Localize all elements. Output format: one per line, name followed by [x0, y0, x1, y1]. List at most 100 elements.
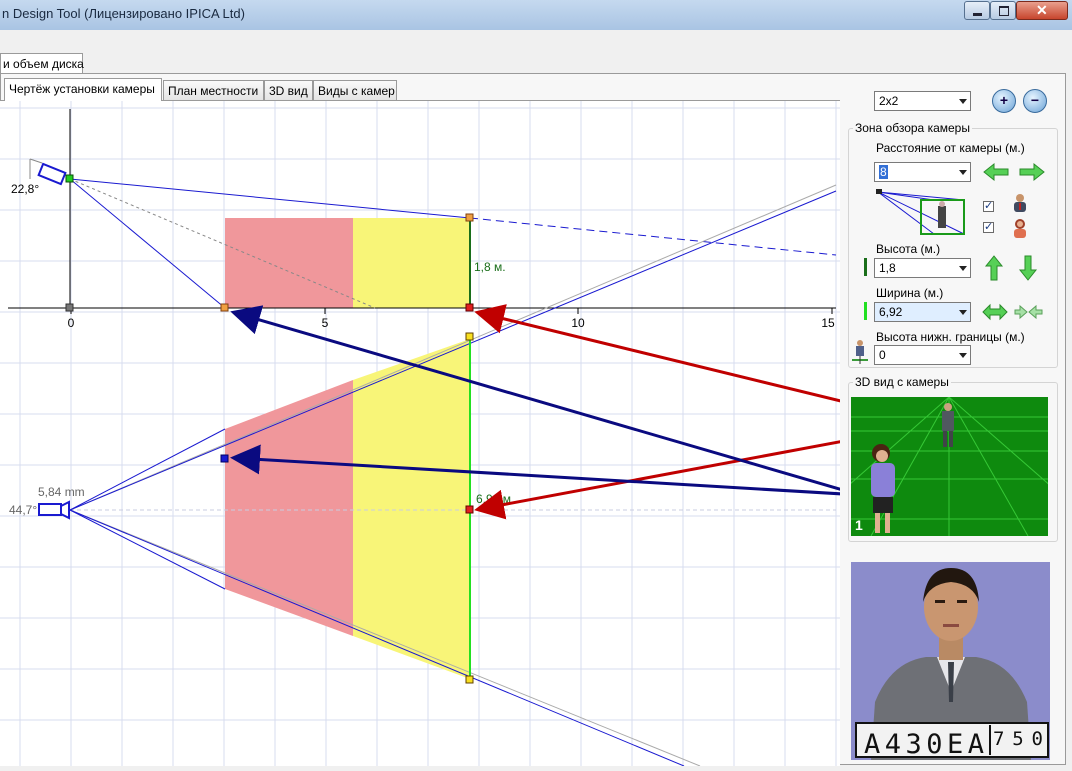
license-plate: А430ЕА 750	[855, 722, 1049, 760]
side-yellow-zone	[353, 218, 470, 308]
height-field-label: Высота (м.)	[876, 242, 941, 256]
expand-width-button[interactable]	[982, 303, 1008, 321]
layout-select[interactable]: 2x2	[874, 91, 971, 111]
side-camera-icon[interactable]	[37, 162, 74, 186]
maximize-icon	[999, 6, 1009, 16]
width-input[interactable]: 6,92	[874, 302, 971, 322]
view-angle-label: 44,7°	[9, 503, 37, 517]
decrease-height-button[interactable]	[1018, 255, 1038, 281]
width-field-label: Ширина (м.)	[876, 286, 944, 300]
zoom-in-icon[interactable]: +	[992, 89, 1016, 113]
lower-bound-label: Высота нижн. границы (м.)	[876, 330, 1025, 344]
chevron-down-icon	[959, 266, 967, 271]
top-lower-handle[interactable]	[465, 675, 474, 684]
chevron-down-icon	[959, 99, 967, 104]
layout-select-value: 2x2	[879, 94, 899, 108]
lower-bound-input[interactable]: 0	[874, 345, 971, 365]
female-figure-icon	[1014, 219, 1026, 238]
side-distance-handle[interactable]	[465, 303, 474, 312]
minimize-icon	[973, 13, 982, 16]
top-near-handle[interactable]	[220, 454, 229, 463]
tab-camera-drawing-label: Чертёж установки камеры	[9, 82, 155, 96]
window-title: n Design Tool (Лицензировано IPICA Ltd)	[2, 6, 245, 21]
axis-label-5: 5	[322, 316, 329, 330]
title-bar: n Design Tool (Лицензировано IPICA Ltd) …	[0, 0, 1072, 31]
width-color-marker	[864, 302, 867, 320]
camera-installation-drawing: 0 5 10 15 1,8 м. 22,8° 6,92 м. 5,84 mm 4…	[0, 101, 840, 766]
distance-arrows	[983, 162, 1045, 182]
top-frustum-near-upper	[69, 428, 226, 511]
minimize-button[interactable]	[964, 1, 990, 20]
chevron-down-icon	[959, 170, 967, 175]
distance-input[interactable]: 8	[874, 162, 971, 182]
side-frustum-bottom	[69, 178, 226, 309]
distance-value: 8	[879, 165, 888, 179]
arrow-right-icon	[1019, 162, 1045, 182]
zoom-out-icon[interactable]: −	[1023, 89, 1047, 113]
lower-bound-icon	[852, 340, 868, 364]
close-icon: ✕	[1036, 2, 1048, 18]
side-frustum-top-extension	[469, 217, 837, 256]
lower-bound-value: 0	[879, 348, 886, 362]
tab-camera-views-label: Виды с камер	[318, 84, 395, 98]
male-figure-icon	[1014, 194, 1026, 212]
menu-strip	[0, 30, 1072, 52]
increase-height-button[interactable]	[984, 255, 1004, 281]
close-button[interactable]: ✕	[1016, 1, 1068, 20]
coverage-diagram-icon	[876, 189, 965, 235]
male-figure-checkbox[interactable]	[983, 199, 994, 212]
shrink-horizontal-icon	[1014, 304, 1028, 320]
arrow-down-icon	[1018, 255, 1038, 281]
pointer-red-to-side-distance	[474, 304, 840, 403]
chevron-down-icon	[959, 310, 967, 315]
width-arrows	[982, 303, 1043, 321]
height-label: 1,8 м.	[474, 260, 506, 274]
decrease-distance-button[interactable]	[983, 162, 1009, 182]
tab-disk-volume-label: и объем диска	[3, 57, 84, 71]
tab-3d-view[interactable]: 3D вид	[264, 80, 313, 100]
camera-image-preview: А430ЕА 750	[851, 562, 1050, 760]
tab-disk-volume[interactable]: и объем диска	[0, 53, 84, 73]
tilt-angle-label: 22,8°	[11, 182, 39, 196]
top-frustum-near-lower	[69, 509, 226, 590]
coverage-group-title: Зона обзора камеры	[853, 121, 972, 135]
shrink-width-button[interactable]	[1014, 304, 1043, 320]
tab-site-plan[interactable]: План местности	[163, 80, 264, 100]
camera-3d-view[interactable]: 1	[851, 397, 1048, 536]
axis-label-15: 15	[821, 316, 835, 330]
height-arrows	[984, 255, 1038, 281]
height-color-marker	[864, 258, 867, 276]
side-frustum-top	[69, 178, 471, 219]
width-value: 6,92	[879, 305, 903, 319]
focal-length-label: 5,84 mm	[38, 485, 85, 499]
chevron-down-icon	[959, 353, 967, 358]
tab-3d-view-label: 3D вид	[269, 84, 308, 98]
tab-camera-views[interactable]: Виды с камер	[313, 80, 397, 100]
plate-region: 750	[993, 728, 1043, 750]
axis-label-10: 10	[571, 316, 585, 330]
height-input[interactable]: 1,8	[874, 258, 971, 278]
height-value: 1,8	[879, 261, 896, 275]
side-origin-handle[interactable]	[65, 303, 74, 312]
side-red-zone	[225, 218, 353, 308]
drawing-canvas[interactable]: 0 5 10 15 1,8 м. 22,8° 6,92 м. 5,84 mm 4…	[0, 100, 840, 766]
arrow-up-icon	[984, 255, 1004, 281]
top-distance-handle[interactable]	[465, 505, 474, 514]
side-near-handle[interactable]	[220, 303, 229, 312]
shrink-horizontal-icon-right	[1028, 304, 1043, 320]
side-top-handle[interactable]	[465, 213, 474, 222]
increase-distance-button[interactable]	[1019, 162, 1045, 182]
arrow-left-icon	[983, 162, 1009, 182]
tab-camera-drawing[interactable]: Чертёж установки камеры	[4, 78, 162, 101]
camera-index-label: 1	[855, 517, 863, 533]
view3d-group-title: 3D вид с камеры	[853, 375, 951, 389]
expand-horizontal-icon	[982, 303, 1008, 321]
female-figure-checkbox[interactable]	[983, 220, 994, 233]
maximize-button[interactable]	[990, 1, 1016, 20]
top-camera-icon[interactable]	[38, 500, 70, 520]
axis-label-0: 0	[68, 316, 75, 330]
tab-site-plan-label: План местности	[168, 84, 259, 98]
top-upper-handle[interactable]	[465, 332, 474, 341]
top-yellow-zone	[353, 339, 470, 679]
distance-label: Расстояние от камеры (м.)	[876, 141, 1025, 155]
